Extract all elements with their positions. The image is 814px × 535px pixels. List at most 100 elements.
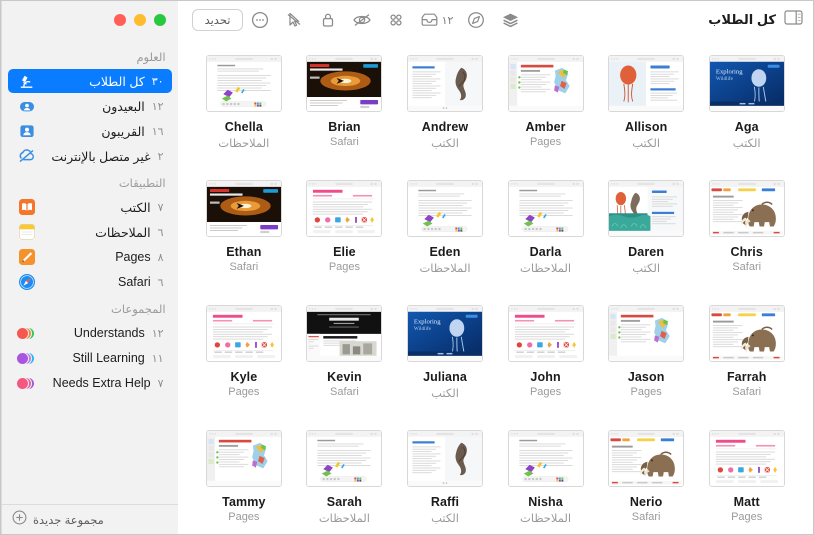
group-avatars-icon	[16, 326, 35, 341]
sidebar-item-غير-متصل-بالإنترنت[interactable]: ٢ غير متصل بالإنترنت	[8, 144, 172, 168]
student-card[interactable]: Daren الكتب	[596, 178, 697, 303]
inbox-tray-icon	[420, 12, 439, 28]
student-name: Elie	[333, 245, 356, 259]
student-card[interactable]: Ethan Safari	[194, 178, 295, 303]
student-screen-thumbnail[interactable]	[205, 180, 282, 237]
sidebar-item-safari[interactable]: ٦ Safari	[8, 270, 172, 294]
sidebar-item-الكتب[interactable]: ٧ الكتب	[8, 195, 172, 219]
sidebar-item-still-learning[interactable]: ١١ Still Learning	[8, 346, 172, 370]
student-card[interactable]: Chris Safari	[696, 178, 797, 303]
students-grid: Chella الملاحظات Brian Safari Andrew الكتب Amb…	[178, 39, 813, 534]
student-name: Sarah	[326, 495, 363, 509]
sidebar-item-البعيدون[interactable]: ١٢ البعيدون	[8, 94, 172, 118]
hide-screen-icon[interactable]	[345, 6, 379, 34]
student-name: Farrah	[726, 370, 767, 384]
sidebar-item-كل-الطلاب[interactable]: ٣٠ كل الطلاب	[8, 69, 172, 93]
sidebar-toggle-icon[interactable]	[784, 10, 803, 30]
minimize-window-button[interactable]	[133, 14, 146, 26]
student-card[interactable]: Exploring Wildlife Juliana الكتب	[395, 303, 496, 428]
inbox-tray-button[interactable]: ١٢	[413, 6, 459, 34]
student-card[interactable]: Raffi الكتب	[395, 428, 496, 534]
sidebar-item-pages[interactable]: ٨ Pages	[8, 245, 172, 269]
student-card[interactable]: Kevin Safari	[294, 303, 395, 428]
student-app-label: الملاحظات	[419, 263, 471, 275]
student-card[interactable]: Darla الملاحظات	[495, 178, 596, 303]
student-screen-thumbnail[interactable]	[406, 430, 483, 487]
group-avatars-icon	[16, 351, 35, 366]
student-screen-thumbnail[interactable]	[406, 55, 483, 112]
student-screen-thumbnail[interactable]	[406, 180, 483, 237]
more-circle-icon[interactable]	[243, 6, 277, 34]
student-name: Chris	[730, 245, 763, 259]
student-name: Brian	[328, 120, 361, 134]
student-screen-thumbnail[interactable]	[708, 305, 785, 362]
student-card[interactable]: Farrah Safari	[696, 303, 797, 428]
student-card[interactable]: Sarah الملاحظات	[294, 428, 395, 534]
student-card[interactable]: Elie Pages	[294, 178, 395, 303]
student-card[interactable]: Brian Safari	[294, 53, 395, 178]
student-app-label: الكتب	[732, 138, 761, 150]
student-screen-thumbnail[interactable]	[708, 430, 785, 487]
select-button[interactable]: تحديد	[191, 9, 244, 31]
student-screen-thumbnail[interactable]	[608, 305, 685, 362]
sidebar-item-count: ١٢	[151, 327, 164, 340]
student-card[interactable]: Allison الكتب	[596, 53, 697, 178]
student-app-label: Pages	[731, 511, 763, 523]
student-screen-thumbnail[interactable]	[507, 180, 584, 237]
student-screen-thumbnail[interactable]	[205, 305, 282, 362]
student-screen-thumbnail[interactable]	[608, 430, 685, 487]
pages-app-icon	[18, 249, 35, 266]
student-screen-thumbnail[interactable]	[507, 305, 584, 362]
student-card[interactable]: John Pages	[495, 303, 596, 428]
layers-icon[interactable]	[493, 6, 527, 34]
student-screen-thumbnail[interactable]	[608, 55, 685, 112]
student-card[interactable]: Matt Pages	[696, 428, 797, 534]
sidebar-footer[interactable]: مجموعة جديدة	[2, 504, 178, 534]
cursor-lock-icon[interactable]	[277, 6, 311, 34]
student-screen-thumbnail[interactable]	[205, 430, 282, 487]
sidebar-item-القريبون[interactable]: ١٦ القريبون	[8, 119, 172, 143]
student-screen-thumbnail[interactable]	[306, 305, 383, 362]
svg-text:Wildlife: Wildlife	[716, 75, 734, 82]
close-window-button[interactable]	[113, 14, 126, 26]
sidebar-item-needs-extra-help[interactable]: ٧ Needs Extra Help	[8, 371, 172, 395]
group-avatars-icon	[16, 376, 35, 391]
inbox-tray-badge: ١٢	[441, 14, 454, 27]
student-card[interactable]: Tammy Pages	[194, 428, 295, 534]
student-card[interactable]: Exploring Wildlife Aga الكتب	[696, 53, 797, 178]
student-name: Eden	[429, 245, 461, 259]
student-card[interactable]: Kyle Pages	[194, 303, 295, 428]
student-card[interactable]: Nerio Safari	[596, 428, 697, 534]
student-app-label: الكتب	[431, 388, 459, 400]
student-screen-thumbnail[interactable]	[306, 180, 383, 237]
add-circle-icon[interactable]	[12, 510, 27, 530]
group-avatars-icon	[16, 325, 35, 342]
apps-grid-icon[interactable]	[379, 6, 413, 34]
zoom-window-button[interactable]	[153, 14, 166, 26]
student-card[interactable]: Jason Pages	[596, 303, 697, 428]
student-card[interactable]: Amber Pages	[495, 53, 596, 178]
sidebar-item-count: ٦	[157, 226, 164, 239]
student-card[interactable]: Eden الملاحظات	[395, 178, 496, 303]
student-screen-thumbnail[interactable]	[708, 180, 785, 237]
student-screen-thumbnail[interactable]: Exploring Wildlife	[708, 55, 785, 112]
student-name: Nerio	[629, 495, 663, 509]
student-app-label: Safari	[732, 386, 762, 398]
student-screen-thumbnail[interactable]: Exploring Wildlife	[406, 305, 483, 362]
student-screen-thumbnail[interactable]	[306, 55, 383, 112]
student-app-label: الملاحظات	[218, 138, 270, 150]
sidebar-item-الملاحظات[interactable]: ٦ الملاحظات	[8, 220, 172, 244]
student-card[interactable]: Nisha الملاحظات	[495, 428, 596, 534]
student-screen-thumbnail[interactable]	[205, 55, 282, 112]
student-name: Daren	[628, 245, 665, 259]
student-card[interactable]: Chella الملاحظات	[194, 53, 295, 178]
student-screen-thumbnail[interactable]	[507, 430, 584, 487]
student-screen-thumbnail[interactable]	[507, 55, 584, 112]
student-screen-thumbnail[interactable]	[306, 430, 383, 487]
sidebar-item-label: القريبون	[101, 124, 145, 139]
student-screen-thumbnail[interactable]	[608, 180, 685, 237]
student-card[interactable]: Andrew الكتب	[395, 53, 496, 178]
safari-compass-icon[interactable]	[459, 6, 493, 34]
sidebar-item-understands[interactable]: ١٢ Understands	[8, 321, 172, 345]
lock-icon[interactable]	[311, 6, 345, 34]
